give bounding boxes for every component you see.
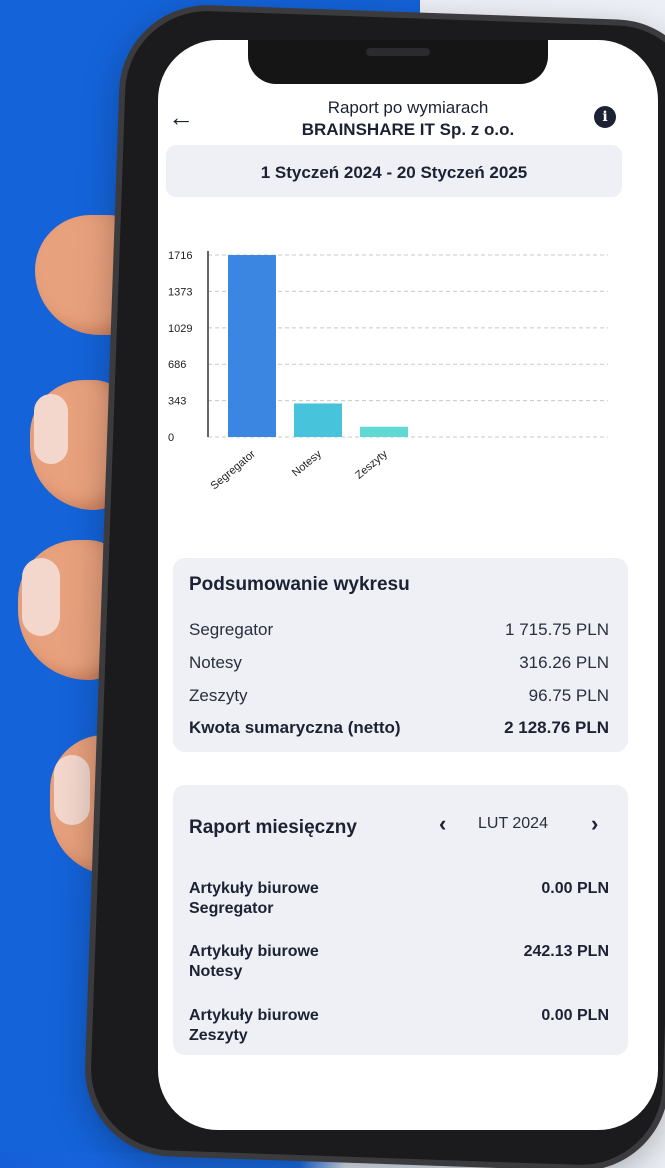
- row-value: 242.13 PLN: [523, 943, 609, 960]
- bar-segregator[interactable]: [228, 255, 276, 437]
- date-range-card[interactable]: 1 Styczeń 2024 - 20 Styczeń 2025: [166, 145, 622, 197]
- total-label: Kwota sumaryczna (netto): [189, 718, 401, 737]
- date-range: 1 Styczeń 2024 - 20 Styczeń 2025: [260, 163, 528, 182]
- y-tick-label: 1373: [168, 286, 192, 298]
- info-icon[interactable]: i: [594, 106, 616, 128]
- summary-label: Zeszyty: [189, 686, 248, 705]
- app-header: ← Raport po wymiarach BRAINSHARE IT Sp. …: [158, 92, 658, 152]
- monthly-row: Artykuły biurowe Notesy 242.13 PLN: [189, 943, 609, 981]
- summary-value: 96.75 PLN: [528, 686, 609, 705]
- y-tick-label: 0: [168, 432, 174, 444]
- chevron-right-icon[interactable]: ›: [591, 811, 598, 837]
- y-tick-label: 686: [168, 359, 186, 371]
- row-category: Artykuły biurowe: [189, 1007, 319, 1024]
- summary-value: 316.26 PLN: [519, 653, 609, 672]
- chart-svg: 1716 1373 1029 686 343 0 Segregator Notesy Zeszy…: [168, 250, 608, 492]
- row-value: 0.00 PLN: [541, 1007, 609, 1024]
- company-name: BRAINSHARE IT Sp. z o.o.: [301, 120, 515, 139]
- row-item: Notesy: [189, 963, 243, 980]
- chart-summary-card: Podsumowanie wykresu Segregator 1 715.75 …: [173, 558, 628, 752]
- summary-row: Segregator 1 715.75 PLN: [189, 620, 609, 640]
- row-item: Segregator: [189, 900, 274, 917]
- x-tick-label: Notesy: [290, 448, 324, 480]
- summary-total-row: Kwota sumaryczna (netto) 2 128.76 PLN: [189, 718, 609, 738]
- monthly-report-card: Raport miesięczny ‹ LUT 2024 › Artykuły …: [173, 785, 628, 1055]
- row-value: 0.00 PLN: [541, 880, 609, 897]
- summary-row: Notesy 316.26 PLN: [189, 653, 609, 673]
- monthly-row: Artykuły biurowe Zeszyty 0.00 PLN: [189, 1007, 609, 1045]
- summary-value: 1 715.75 PLN: [505, 620, 609, 639]
- speaker: [366, 48, 430, 56]
- y-tick-label: 1716: [168, 250, 192, 262]
- phone-screen: ← Raport po wymiarach BRAINSHARE IT Sp. …: [158, 40, 658, 1130]
- total-value: 2 128.76 PLN: [504, 718, 609, 737]
- y-tick-label: 1029: [168, 323, 192, 335]
- bar-zeszyty[interactable]: [360, 426, 408, 437]
- monthly-title: Raport miesięczny: [189, 817, 357, 838]
- monthly-row: Artykuły biurowe Segregator 0.00 PLN: [189, 880, 609, 918]
- month-label: LUT 2024: [478, 815, 548, 832]
- summary-label: Notesy: [189, 653, 242, 672]
- bar-notesy[interactable]: [294, 403, 342, 437]
- y-tick-label: 343: [168, 396, 186, 408]
- summary-row: Zeszyty 96.75 PLN: [189, 686, 609, 706]
- chevron-left-icon[interactable]: ‹: [439, 811, 446, 837]
- summary-label: Segregator: [189, 620, 274, 639]
- x-tick-label: Zeszyty: [353, 448, 390, 482]
- x-tick-label: Segregator: [209, 448, 259, 492]
- phone-notch: [248, 40, 548, 84]
- row-item: Zeszyty: [189, 1027, 248, 1044]
- title-label: Raport po wymiarach: [327, 98, 489, 117]
- row-category: Artykuły biurowe: [189, 880, 319, 897]
- row-category: Artykuły biurowe: [189, 943, 319, 960]
- bar-chart: 1716 1373 1029 686 343 0 Segregator Notesy Zeszy…: [158, 235, 658, 535]
- summary-title: Podsumowanie wykresu: [189, 574, 410, 595]
